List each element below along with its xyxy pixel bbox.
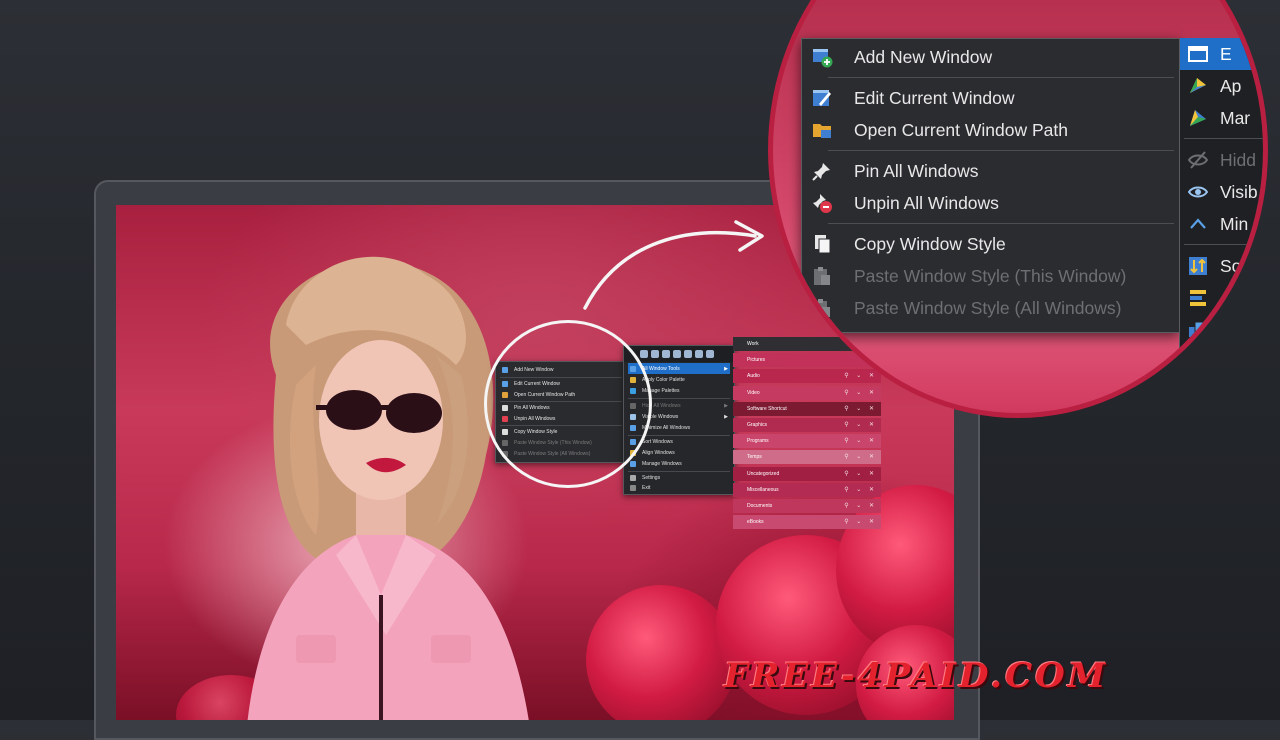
manage-palette-icon xyxy=(1186,106,1210,130)
tools-menu-zoomed: E Ap Mar Hidd Visib Min So xyxy=(1179,38,1263,413)
watermark: FREE-4PAID.COM xyxy=(724,656,1109,696)
eye-icon xyxy=(1186,180,1210,204)
toolbar-icon[interactable] xyxy=(651,350,659,358)
copy-style-icon xyxy=(810,232,834,256)
tools-item-exit[interactable]: Exit xyxy=(628,482,730,493)
window-icon xyxy=(1186,42,1210,66)
category-item[interactable]: Video ⚲ ⌄ ✕ xyxy=(733,385,881,400)
chevron-up-icon xyxy=(1186,212,1210,236)
category-item[interactable]: eBooks ⚲ ⌄ ✕ xyxy=(733,515,881,530)
category-controls[interactable]: ⚲ ⌄ ✕ xyxy=(844,372,877,379)
menu-separator xyxy=(828,77,1174,78)
tools-item-apply-color-palette[interactable]: Ap xyxy=(1180,70,1263,102)
toolbar-icon[interactable] xyxy=(695,350,703,358)
tools-item-visible-windows[interactable]: Visib xyxy=(1180,176,1263,208)
exit-icon xyxy=(630,484,636,491)
tools-item-align-windows[interactable] xyxy=(1180,282,1263,314)
unpin-icon xyxy=(810,191,834,215)
paste-style-icon xyxy=(810,264,834,288)
highlight-circle xyxy=(484,320,652,488)
folder-open-icon xyxy=(810,118,834,142)
context-menu-zoomed: Add New Window Edit Current Window Open … xyxy=(801,38,1180,333)
cascade-icon xyxy=(1186,318,1210,342)
menu-item-edit-current-window[interactable]: Edit Current Window xyxy=(802,82,1179,114)
tools-item-minimize-all-windows[interactable]: Min xyxy=(1180,208,1263,240)
menu-item-paste-window-style-all[interactable]: Paste Window Style (All Windows) xyxy=(802,292,1179,324)
category-controls[interactable]: ⚲ ⌄ ✕ xyxy=(844,486,877,493)
category-item[interactable]: Programs ⚲ ⌄ ✕ xyxy=(733,434,881,449)
category-controls[interactable]: ⚲ ⌄ ✕ xyxy=(844,437,877,444)
category-item[interactable]: Graphics ⚲ ⌄ ✕ xyxy=(733,417,881,432)
tools-item-all-window-tools[interactable]: E xyxy=(1180,38,1263,70)
tools-toolbar xyxy=(624,346,734,362)
sort-icon xyxy=(1186,254,1210,278)
tools-item-manage-palettes[interactable]: Mar xyxy=(1180,102,1263,134)
category-item[interactable]: Software Shortcut ⚲ ⌄ ✕ xyxy=(733,401,881,416)
tools-item-manage-windows[interactable] xyxy=(1180,314,1263,346)
gear-icon xyxy=(630,474,636,481)
toolbar-icon[interactable] xyxy=(706,350,714,358)
toolbar-icon[interactable] xyxy=(684,350,692,358)
menu-item-open-current-window-path[interactable]: Open Current Window Path xyxy=(802,114,1179,146)
menu-item-pin-all-windows[interactable]: Pin All Windows xyxy=(802,155,1179,187)
toolbar-icon[interactable] xyxy=(662,350,670,358)
category-controls[interactable]: ⚲ ⌄ ✕ xyxy=(844,389,877,396)
promo-screenshot: { "small_menu": { "items": [ {"label": "… xyxy=(0,0,1280,740)
category-controls[interactable]: ⚲ ⌄ ✕ xyxy=(844,405,877,412)
woman-illustration xyxy=(247,256,529,720)
category-controls[interactable]: ⚲ ⌄ ✕ xyxy=(844,453,877,460)
menu-separator xyxy=(828,223,1174,224)
palette-icon xyxy=(1186,74,1210,98)
tools-item-align-windows[interactable]: Align Windows xyxy=(628,447,730,458)
menu-item-paste-window-style-this[interactable]: Paste Window Style (This Window) xyxy=(802,260,1179,292)
category-controls[interactable]: ⚲ ⌄ ✕ xyxy=(844,470,877,477)
menu-separator xyxy=(1184,244,1263,245)
chevron-right-icon: ▶ xyxy=(724,413,728,420)
toolbar-icon[interactable] xyxy=(640,350,648,358)
edit-window-icon xyxy=(810,86,834,110)
category-list: Work Pictures⚲ Audio⚲ ⌄ ✕ Video⚲ ⌄ ✕ Sof… xyxy=(733,337,881,531)
tools-item-manage-windows[interactable]: Manage Windows xyxy=(628,458,730,469)
category-item[interactable]: Uncategorized ⚲ ⌄ ✕ xyxy=(733,466,881,481)
tools-item-sort-windows[interactable]: So xyxy=(1180,250,1263,282)
menu-item-add-new-window[interactable]: Add New Window xyxy=(802,41,1179,73)
chevron-right-icon: ▶ xyxy=(724,402,728,409)
add-window-icon xyxy=(810,45,834,69)
pin-icon xyxy=(810,159,834,183)
category-controls[interactable]: ⚲ ⌄ ✕ xyxy=(844,518,877,525)
category-item[interactable]: Miscellaneous ⚲ ⌄ ✕ xyxy=(733,482,881,497)
menu-item-copy-window-style[interactable]: Copy Window Style xyxy=(802,228,1179,260)
category-item[interactable]: Audio ⚲ ⌄ ✕ xyxy=(733,369,881,384)
menu-item-unpin-all-windows[interactable]: Unpin All Windows xyxy=(802,187,1179,219)
toolbar-icon[interactable] xyxy=(673,350,681,358)
category-controls[interactable]: ⚲ ⌄ ✕ xyxy=(844,502,877,509)
flower-decoration xyxy=(586,585,736,720)
category-item[interactable]: Temps ⚲ ⌄ ✕ xyxy=(733,450,881,465)
menu-separator xyxy=(828,150,1174,151)
hidden-eye-icon xyxy=(1186,148,1210,172)
category-controls[interactable]: ⚲ ⌄ ✕ xyxy=(844,421,877,428)
paste-style-all-icon xyxy=(810,296,834,320)
category-item[interactable]: Documents ⚲ ⌄ ✕ xyxy=(733,498,881,513)
menu-separator xyxy=(1184,138,1263,139)
align-icon xyxy=(1186,286,1210,310)
tools-item-hide-all-windows[interactable]: Hidd xyxy=(1180,144,1263,176)
cascade-icon xyxy=(630,460,636,467)
chevron-right-icon: ▶ xyxy=(724,365,728,372)
